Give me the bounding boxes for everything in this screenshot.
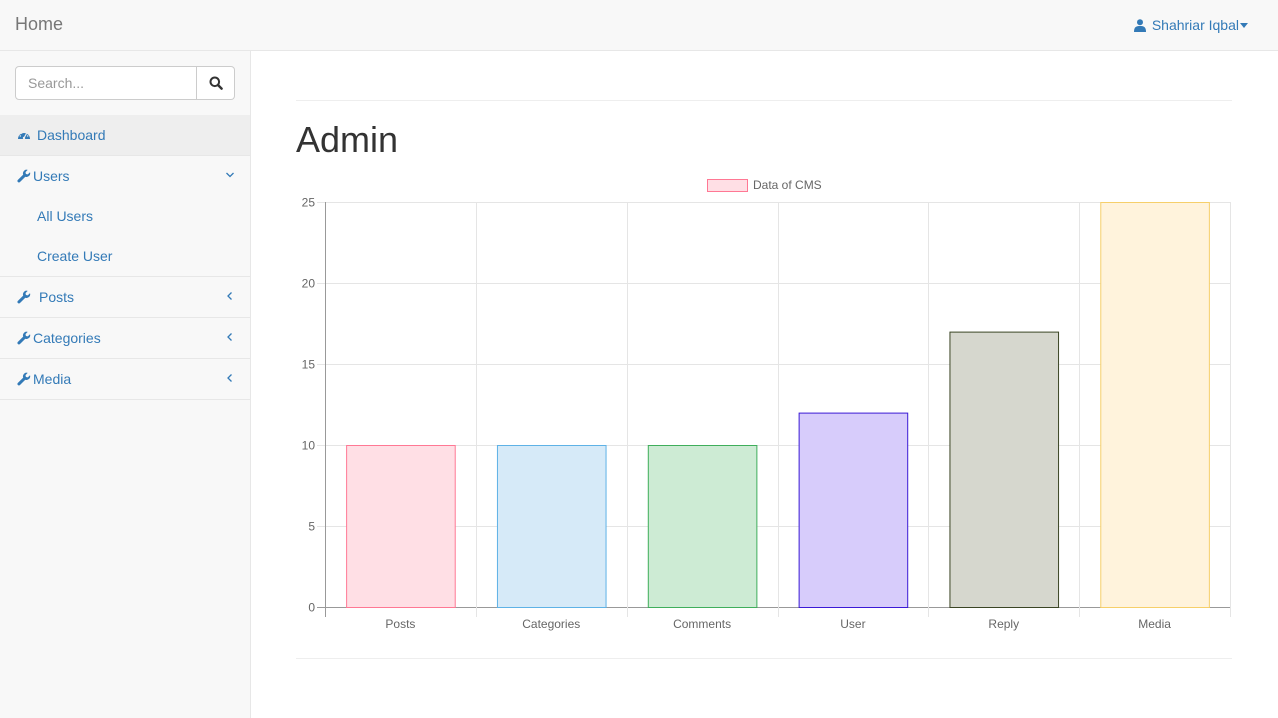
wrench-icon (17, 169, 31, 183)
sidebar-item-label: Posts (39, 289, 75, 305)
sidebar-item-label: Categories (33, 330, 101, 346)
sidebar-link-posts[interactable]: Posts (0, 277, 250, 317)
y-tick-label: 5 (308, 520, 315, 534)
legend-swatch (707, 179, 748, 192)
sidebar-item-media: Media (0, 359, 250, 400)
search-group (15, 66, 235, 100)
x-tick-label: Comments (673, 617, 731, 631)
x-tick-label: Media (1138, 617, 1171, 631)
user-icon (1133, 18, 1146, 32)
y-tick-label: 25 (302, 196, 316, 210)
sidebar-item-categories: Categories (0, 318, 250, 359)
wrench-icon (17, 331, 31, 345)
y-tick-label: 20 (302, 277, 316, 291)
chevron-down-icon (226, 172, 234, 178)
sidebar-link-users[interactable]: Users (0, 156, 250, 196)
submenu-item-create-user[interactable]: Create User (0, 236, 250, 276)
wrench-icon (17, 290, 31, 304)
bar-media (1100, 202, 1210, 608)
x-tick-label: Posts (385, 617, 415, 631)
sidebar: Dashboard Users All Users Create User (0, 51, 251, 718)
user-name: Shahriar Iqbal (1151, 17, 1239, 33)
y-tick-label: 15 (302, 358, 316, 372)
chevron-left-icon (227, 292, 232, 300)
x-tick-label: User (840, 617, 865, 631)
bar-comments (647, 445, 758, 608)
bar-reply (949, 331, 1060, 608)
brand-home-link[interactable]: Home (15, 14, 63, 35)
x-tick-label: Categories (522, 617, 580, 631)
bar-categories (496, 445, 607, 608)
caret-down-icon (1240, 22, 1248, 28)
main-content: Admin 0 5 10 15 20 25 Posts Categories Comments U… (251, 51, 1278, 718)
sidebar-item-label: Media (33, 371, 72, 387)
dashboard-icon (18, 131, 30, 140)
divider (296, 658, 1232, 659)
sidebar-item-label: Users (33, 168, 70, 184)
sidebar-link-categories[interactable]: Categories (0, 318, 250, 358)
search-icon (209, 76, 223, 90)
search-button[interactable] (197, 66, 235, 100)
wrench-icon (17, 372, 31, 386)
y-tick-label: 10 (302, 439, 316, 453)
sidebar-link-dashboard[interactable]: Dashboard (0, 115, 250, 155)
legend-label: Data of CMS (753, 178, 822, 192)
top-navbar: Home Shahriar Iqbal (0, 0, 1278, 51)
sidebar-item-posts: Posts (0, 277, 250, 318)
bar-chart: 0 5 10 15 20 25 Posts Categories Comments User Rep… (302, 178, 1231, 631)
chevron-left-icon (227, 333, 232, 341)
bar-posts (346, 445, 456, 608)
bar-user (798, 412, 909, 608)
sidebar-item-label: Dashboard (37, 127, 106, 143)
y-tick-label: 0 (308, 601, 315, 615)
sidebar-item-users: Users All Users Create User (0, 156, 250, 277)
sidebar-item-dashboard: Dashboard (0, 115, 250, 156)
sidebar-nav: Dashboard Users All Users Create User Po… (0, 115, 250, 400)
sidebar-link-media[interactable]: Media (0, 359, 250, 399)
user-menu-dropdown[interactable]: Shahriar Iqbal (1133, 17, 1248, 33)
users-submenu: All Users Create User (0, 196, 250, 276)
search-input[interactable] (15, 66, 197, 100)
x-tick-label: Reply (988, 617, 1019, 631)
chevron-left-icon (227, 374, 232, 382)
submenu-item-all-users[interactable]: All Users (0, 196, 250, 236)
